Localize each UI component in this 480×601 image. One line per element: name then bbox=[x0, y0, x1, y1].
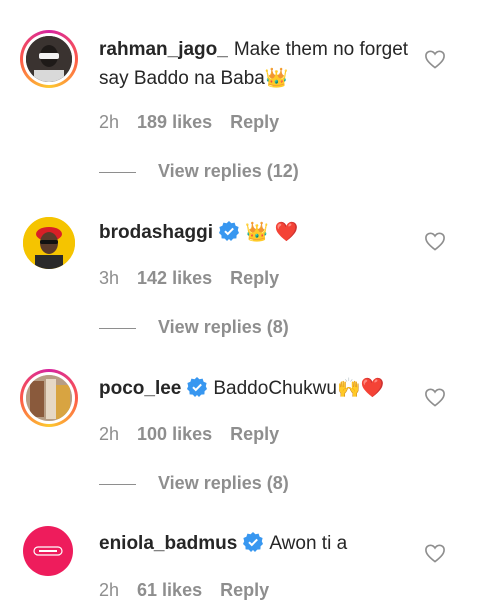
like-heart-icon[interactable] bbox=[424, 49, 446, 69]
avatar[interactable] bbox=[20, 214, 78, 272]
comment-meta: 3h 142 likes Reply bbox=[99, 268, 297, 289]
crown-heart-emoji: 👑 ❤️ bbox=[245, 221, 299, 243]
avatar[interactable] bbox=[20, 369, 78, 427]
comment-likes[interactable]: 189 likes bbox=[137, 112, 212, 133]
verified-badge-icon bbox=[243, 532, 264, 552]
comment-time: 3h bbox=[99, 268, 120, 288]
view-replies-button[interactable]: View replies (8) bbox=[99, 317, 289, 338]
comment-text: Awon ti a bbox=[269, 533, 348, 554]
brand-logo-icon bbox=[33, 546, 63, 556]
divider bbox=[99, 483, 136, 485]
reply-button[interactable]: Reply bbox=[230, 112, 279, 133]
view-replies-button[interactable]: View replies (12) bbox=[99, 161, 299, 182]
avatar[interactable] bbox=[20, 30, 78, 88]
comment-likes[interactable]: 100 likes bbox=[137, 424, 212, 445]
comment-username[interactable]: rahman_jago_ bbox=[99, 39, 228, 60]
comment-body: brodashaggi 👑 ❤️ bbox=[99, 218, 409, 247]
comment-username[interactable]: eniola_badmus bbox=[99, 533, 237, 554]
crown-emoji: 👑 bbox=[264, 67, 289, 89]
comment-body: rahman_jago_ Make them no forget say Badd… bbox=[99, 36, 409, 93]
comment-username[interactable]: brodashaggi bbox=[99, 222, 213, 243]
view-replies-label: View replies (8) bbox=[158, 317, 289, 337]
like-heart-icon[interactable] bbox=[424, 543, 446, 563]
view-replies-label: View replies (12) bbox=[158, 161, 299, 181]
reply-button[interactable]: Reply bbox=[230, 268, 279, 289]
hands-heart-emoji: 🙌❤️ bbox=[336, 377, 385, 399]
like-heart-icon[interactable] bbox=[424, 387, 446, 407]
divider bbox=[99, 327, 136, 329]
divider bbox=[99, 171, 136, 173]
avatar[interactable] bbox=[23, 526, 73, 576]
comment-time: 2h bbox=[99, 112, 120, 132]
reply-button[interactable]: Reply bbox=[230, 424, 279, 445]
comment-meta: 2h 189 likes Reply bbox=[99, 112, 297, 133]
comment-text: BaddoChukwu bbox=[213, 378, 337, 399]
comment-time: 2h bbox=[99, 424, 120, 444]
comment-likes[interactable]: 142 likes bbox=[137, 268, 212, 289]
comment-body: eniola_badmus Awon ti a bbox=[99, 530, 409, 558]
like-heart-icon[interactable] bbox=[424, 231, 446, 251]
verified-badge-icon bbox=[187, 377, 208, 397]
comment-meta: 2h 100 likes Reply bbox=[99, 424, 297, 445]
comment-username[interactable]: poco_lee bbox=[99, 378, 181, 399]
view-replies-button[interactable]: View replies (8) bbox=[99, 473, 289, 494]
comment-body: poco_lee BaddoChukwu🙌❤️ bbox=[99, 374, 409, 403]
view-replies-label: View replies (8) bbox=[158, 473, 289, 493]
verified-badge-icon bbox=[219, 221, 240, 241]
